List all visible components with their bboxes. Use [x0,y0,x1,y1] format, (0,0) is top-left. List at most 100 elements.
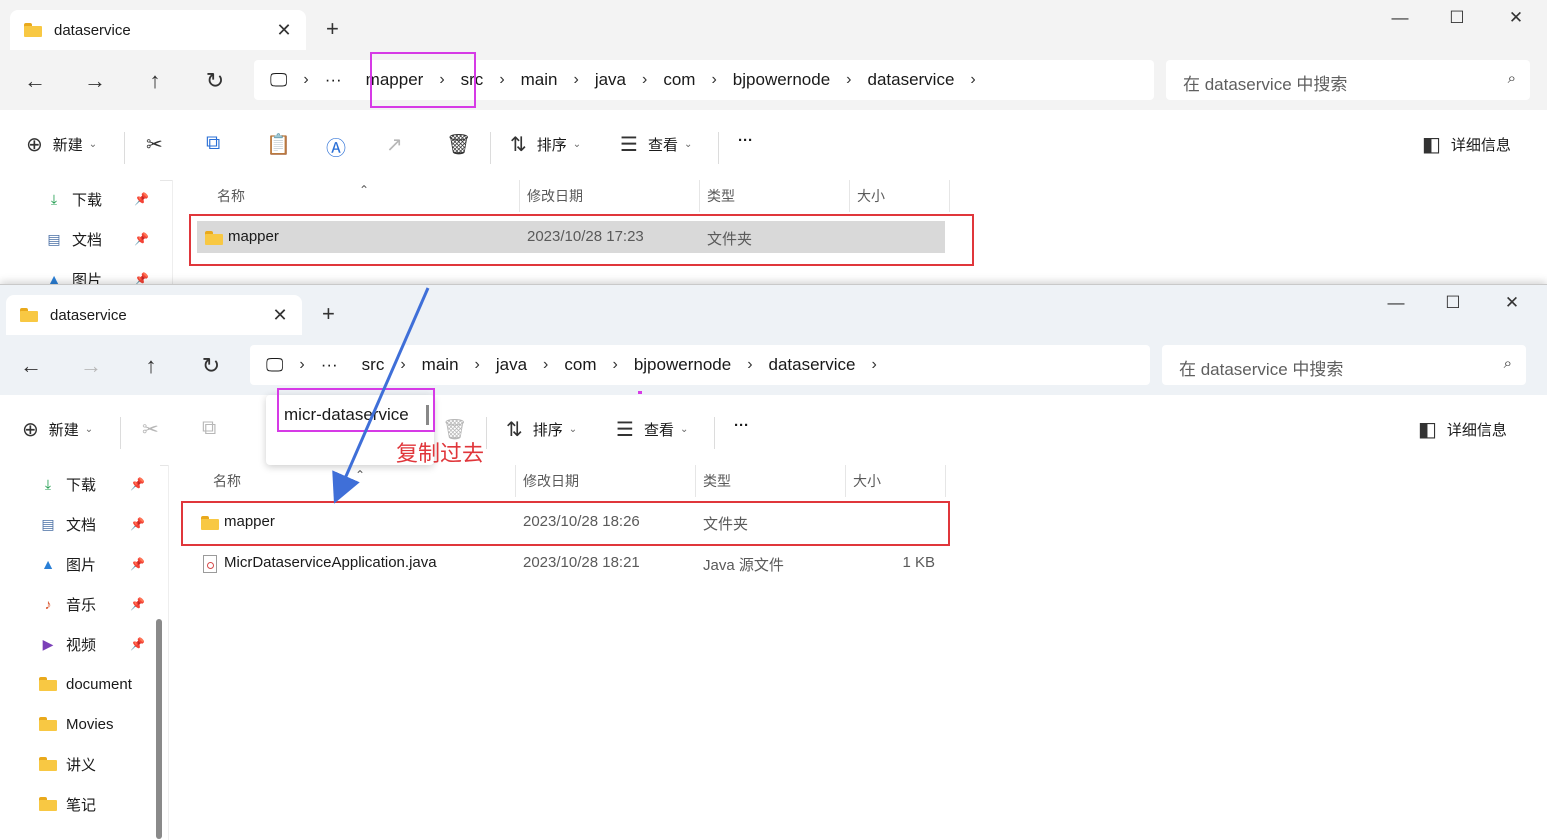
paste-button[interactable]: 📋 [266,132,291,157]
pin-icon[interactable]: 📌 [134,192,149,206]
maximize-button[interactable]: ☐ [1431,293,1475,317]
column-separator[interactable] [695,465,696,497]
column-header-name[interactable]: 名称 [217,180,245,212]
back-button[interactable]: ← [16,351,46,381]
details-button[interactable]: ◧ 详细信息 [1422,132,1511,157]
close-tab-icon[interactable]: ✕ [266,305,294,326]
chevron-down-icon: ⌄ [572,139,582,150]
search-icon: ⌕ [1503,355,1512,372]
pin-icon[interactable]: 📌 [130,557,145,571]
copy-button[interactable]: ⧉ [206,132,220,155]
column-header-type[interactable]: 类型 [703,465,731,497]
cut-button[interactable]: ✂ [146,132,163,157]
pin-icon[interactable]: 📌 [130,637,145,651]
breadcrumb-dataservice[interactable]: dataservice [757,355,868,375]
close-window-button[interactable]: ✕ [1494,8,1538,32]
new-tab-button[interactable]: + [326,16,339,42]
pin-icon[interactable]: 📌 [134,232,149,246]
up-button[interactable]: ↑ [140,66,170,96]
back-button[interactable]: ← [20,66,50,96]
new-button[interactable]: ⊕ 新建 ⌄ [22,417,93,442]
column-header-modified[interactable]: 修改日期 [523,465,579,497]
column-header-name[interactable]: 名称 [213,465,241,497]
search-input[interactable]: 在 dataservice 中搜索 ⌕ [1166,60,1530,100]
tab-dataservice[interactable]: dataservice ✕ [10,10,306,50]
rename-button[interactable]: Ⓐ [326,132,346,161]
delete-button[interactable]: 🗑 [446,132,471,157]
share-button[interactable]: ↗ [386,132,403,157]
breadcrumb-java[interactable]: java [484,355,539,375]
refresh-button[interactable]: ↻ [200,66,230,96]
table-row[interactable]: MicrDataserviceApplication.java 2023/10/… [193,547,941,579]
breadcrumb-bjpowernode[interactable]: bjpowernode [622,355,743,375]
more-options-button[interactable]: ··· [738,132,753,149]
sidebar-item-pictures[interactable]: ▲ 图片 [38,549,96,579]
column-header-size[interactable]: 大小 [857,180,885,212]
column-separator[interactable] [945,465,946,497]
breadcrumb-dataservice[interactable]: dataservice [855,70,966,90]
sidebar-item-lectures[interactable]: 讲义 [38,749,96,779]
address-bar[interactable]: 🖵 › ··· src › main › java › com › bjpowe… [250,345,1150,385]
maximize-button[interactable]: ☐ [1435,8,1479,32]
column-header-type[interactable]: 类型 [707,180,735,212]
sidebar-item-document[interactable]: document [38,669,132,699]
close-tab-icon[interactable]: ✕ [270,20,298,41]
pin-icon[interactable]: 📌 [130,517,145,531]
view-button[interactable]: ☰ 查看 ⌄ [616,417,688,442]
sidebar-item-notes[interactable]: 笔记 [38,789,96,819]
sidebar-item-videos[interactable]: ▶ 视频 [38,629,96,659]
copy-button[interactable]: ⧉ [202,417,216,440]
forward-button[interactable]: → [80,66,110,96]
breadcrumb-com[interactable]: com [552,355,608,375]
search-placeholder: 在 dataservice 中搜索 [1183,75,1348,94]
column-separator[interactable] [519,180,520,212]
column-separator[interactable] [949,180,950,212]
this-pc-icon[interactable]: 🖵 [250,355,295,376]
close-window-button[interactable]: ✕ [1490,293,1534,317]
column-header-modified[interactable]: 修改日期 [527,180,583,212]
breadcrumb-main[interactable]: main [410,355,471,375]
breadcrumb-src[interactable]: src [350,355,397,375]
sort-button[interactable]: ⇅ 排序 ⌄ [506,417,577,442]
pin-icon[interactable]: 📌 [130,477,145,491]
details-button[interactable]: ◧ 详细信息 [1418,417,1507,442]
this-pc-icon[interactable]: 🖵 [254,70,299,91]
highlight-box-mapper-breadcrumb [370,52,476,108]
sidebar-item-movies[interactable]: Movies [38,709,114,739]
sidebar-scrollbar[interactable] [156,619,162,839]
sidebar-item-label: 文档 [72,231,103,249]
breadcrumb-com[interactable]: com [651,70,707,90]
breadcrumb-more[interactable]: ··· [309,355,350,375]
breadcrumb-java[interactable]: java [583,70,638,90]
column-separator[interactable] [845,465,846,497]
chevron-right-icon: › [299,356,305,373]
column-separator[interactable] [849,180,850,212]
sidebar-item-documents[interactable]: ▤ 文档 [38,509,96,539]
column-header-size[interactable]: 大小 [853,465,881,497]
new-tab-button[interactable]: + [322,301,335,327]
breadcrumb-bjpowernode[interactable]: bjpowernode [721,70,842,90]
sidebar-item-downloads[interactable]: ⤓ 下载 [38,469,96,499]
sort-label: 排序 [532,422,563,439]
forward-button[interactable]: → [76,351,106,381]
minimize-button[interactable]: — [1378,8,1422,32]
up-button[interactable]: ↑ [136,351,166,381]
search-input[interactable]: 在 dataservice 中搜索 ⌕ [1162,345,1526,385]
new-button[interactable]: ⊕ 新建 ⌄ [26,132,97,157]
pin-icon[interactable]: 📌 [130,597,145,611]
more-options-button[interactable]: ··· [734,417,749,434]
cut-button[interactable]: ✂ [142,417,159,442]
minimize-button[interactable]: — [1374,293,1418,317]
sidebar-item-downloads[interactable]: ⤓ 下载 [44,184,102,214]
sidebar-item-music[interactable]: ♪ 音乐 [38,589,97,619]
breadcrumb-more[interactable]: ··· [313,70,354,90]
column-separator[interactable] [699,180,700,212]
tab-dataservice[interactable]: dataservice ✕ [6,295,302,335]
sidebar-item-documents[interactable]: ▤ 文档 [44,224,102,254]
view-button[interactable]: ☰ 查看 ⌄ [620,132,692,157]
column-separator[interactable] [515,465,516,497]
divider [718,132,719,164]
sort-button[interactable]: ⇅ 排序 ⌄ [510,132,581,157]
refresh-button[interactable]: ↻ [196,351,226,381]
breadcrumb-main[interactable]: main [509,70,570,90]
